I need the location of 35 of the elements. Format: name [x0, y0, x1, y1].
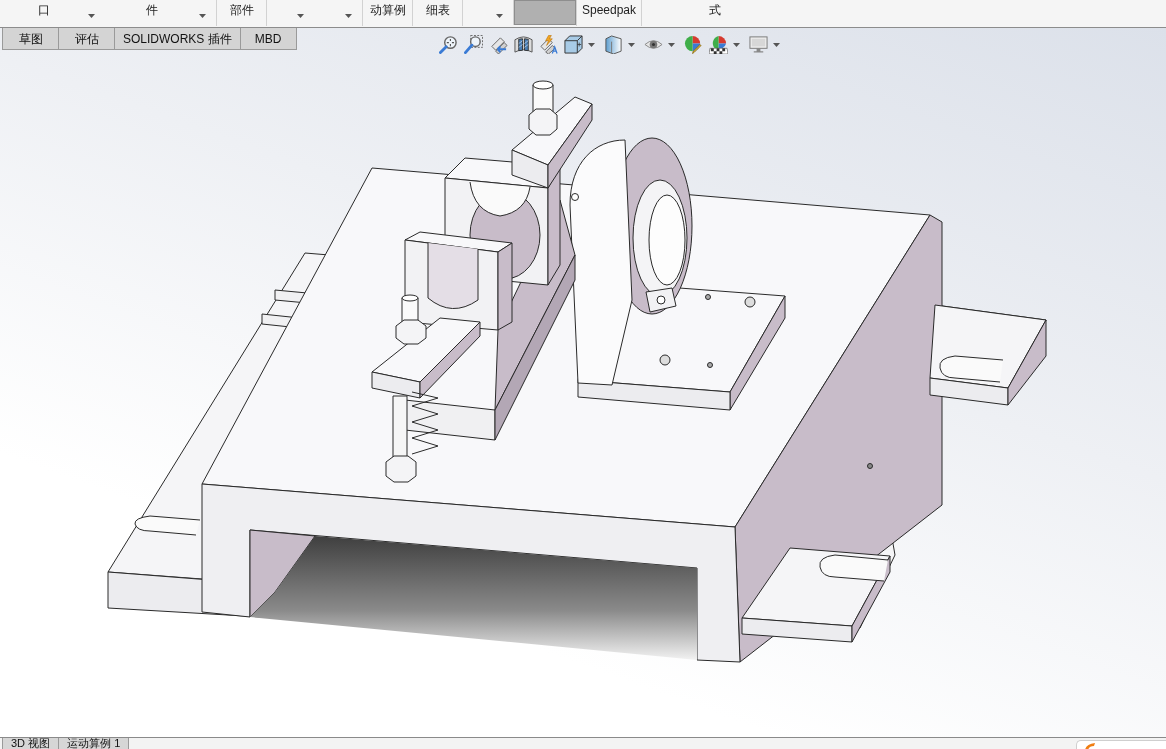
monitor-icon[interactable] [748, 35, 768, 54]
tab[interactable]: MBD [240, 28, 297, 50]
tab[interactable]: 运动算例 1 [59, 738, 130, 749]
caret-icon[interactable] [627, 42, 635, 47]
caret-icon[interactable] [732, 42, 740, 47]
caret-icon[interactable] [496, 14, 503, 18]
command-label[interactable]: 细表 [425, 3, 450, 17]
arc-icon[interactable] [1085, 743, 1095, 749]
caret-icon[interactable] [345, 14, 352, 18]
shaded-cube-icon[interactable] [603, 35, 623, 54]
zoom-area-icon[interactable] [463, 35, 483, 54]
tab[interactable]: SOLIDWORKS 插件 [115, 28, 241, 50]
section-cylinder-icon[interactable] [513, 35, 533, 54]
caret-icon[interactable] [667, 42, 675, 47]
tab[interactable]: 3D 视图 [3, 738, 60, 749]
command-label[interactable]: 动算例 [369, 3, 406, 17]
caret-icon[interactable] [297, 14, 304, 18]
caret-icon[interactable] [587, 42, 595, 47]
command-label[interactable]: 式 [709, 3, 721, 17]
command-label[interactable]: 部件 [229, 3, 254, 17]
command-label[interactable]: 口 [38, 3, 50, 17]
caret-icon[interactable] [772, 42, 780, 47]
caret-icon[interactable] [199, 14, 206, 18]
tab[interactable]: 草图 [3, 28, 59, 50]
color-ball-pencil-icon[interactable] [683, 35, 703, 54]
command-label[interactable]: 件 [146, 3, 158, 17]
tab[interactable]: 评估 [59, 28, 115, 50]
command-tile[interactable] [514, 0, 576, 25]
binoculars-arrow-icon[interactable] [488, 35, 508, 54]
caret-icon[interactable] [88, 14, 95, 18]
zoom-fit-icon[interactable] [438, 35, 458, 54]
cube-icon[interactable] [563, 35, 583, 54]
lightning-binoculars-icon[interactable] [538, 35, 558, 54]
color-ball-scene-icon[interactable] [708, 35, 728, 54]
command-label[interactable]: Speedpak [581, 3, 636, 17]
